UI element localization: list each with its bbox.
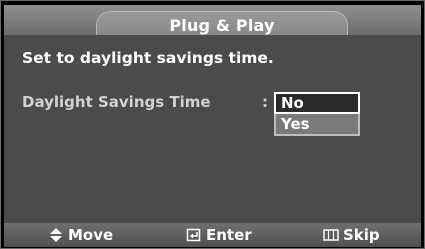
enter-hint: Enter xyxy=(186,226,252,244)
move-label: Move xyxy=(68,226,114,244)
footer-hints: Move Enter Skip xyxy=(4,223,421,247)
title-bar: Plug & Play xyxy=(4,5,421,39)
move-hint: Move xyxy=(48,226,113,244)
enter-icon xyxy=(186,227,202,243)
skip-hint: Skip xyxy=(323,226,380,244)
enter-label: Enter xyxy=(206,226,252,244)
skip-label: Skip xyxy=(343,226,380,244)
up-down-arrow-icon xyxy=(48,227,64,243)
daylight-savings-label: Daylight Savings Time xyxy=(22,93,211,111)
page-title: Plug & Play xyxy=(169,16,275,35)
osd-screen: Plug & Play Set to daylight savings time… xyxy=(0,0,425,249)
colon-separator: : xyxy=(262,93,268,111)
menu-icon xyxy=(323,227,339,243)
option-no[interactable]: No xyxy=(274,92,360,114)
option-yes[interactable]: Yes xyxy=(274,114,360,136)
content-panel: Set to daylight savings time. Daylight S… xyxy=(4,35,421,223)
instruction-text: Set to daylight savings time. xyxy=(22,49,274,67)
daylight-savings-dropdown[interactable]: No Yes xyxy=(274,92,360,136)
